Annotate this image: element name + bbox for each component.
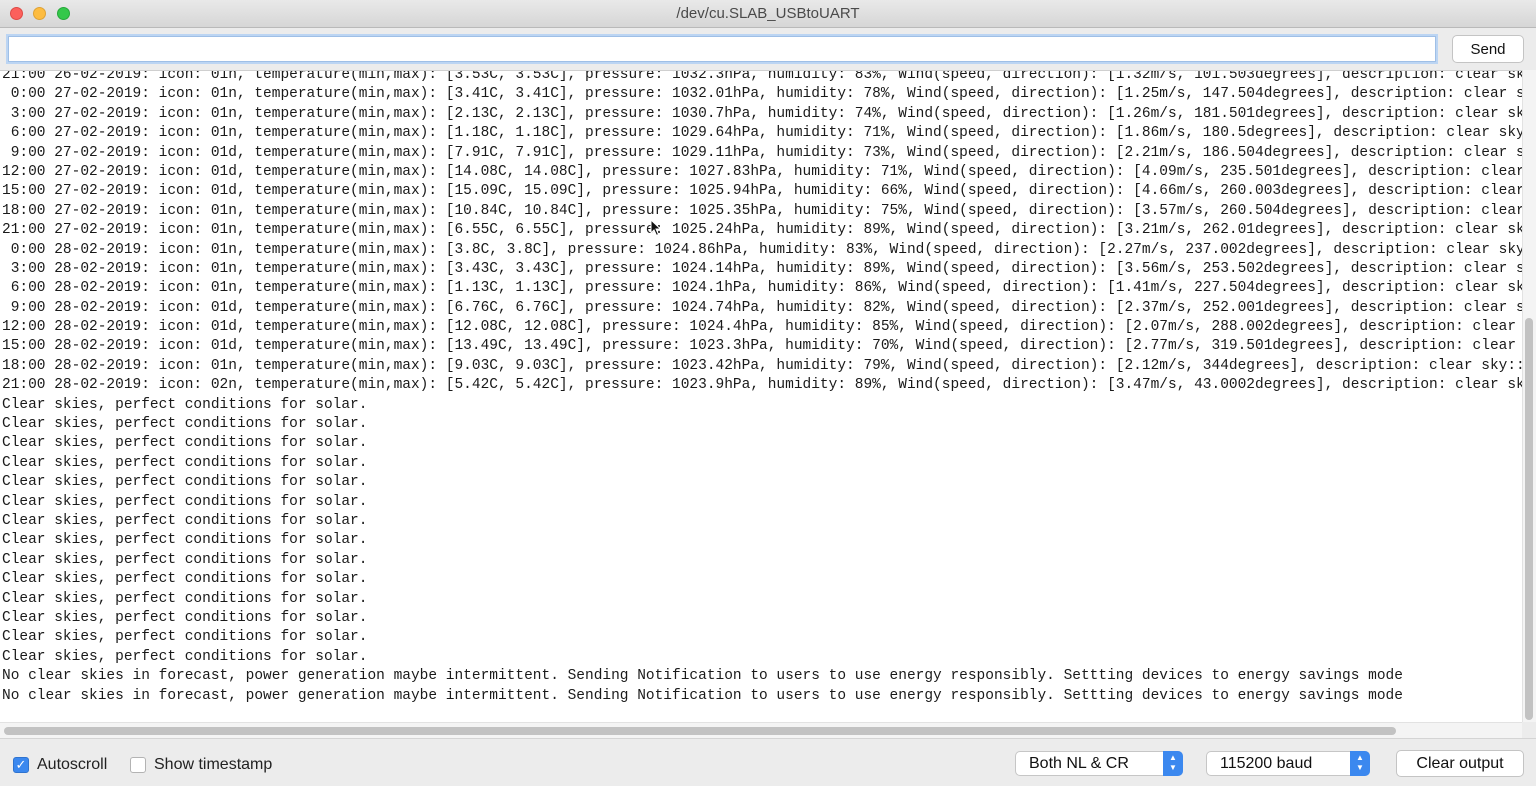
send-row: Send xyxy=(0,28,1536,70)
log-line: 21:00 28-02-2019: icon: 02n, temperature… xyxy=(2,377,1522,394)
log-line: 6:00 27-02-2019: icon: 01n, temperature(… xyxy=(2,125,1522,142)
log-line: 0:00 27-02-2019: icon: 01n, temperature(… xyxy=(2,86,1522,103)
log-line: Clear skies, perfect conditions for sola… xyxy=(2,416,368,433)
baud-rate-select[interactable]: 115200 baud ▲ ▼ xyxy=(1206,751,1370,776)
log-line: Clear skies, perfect conditions for sola… xyxy=(2,454,368,471)
log-line: 15:00 28-02-2019: icon: 01d, temperature… xyxy=(2,338,1522,355)
log-line: 12:00 27-02-2019: icon: 01d, temperature… xyxy=(2,163,1522,180)
log-line: Clear skies, perfect conditions for sola… xyxy=(2,474,368,491)
vertical-scroll-thumb[interactable] xyxy=(1525,318,1533,720)
line-ending-select[interactable]: Both NL & CR ▲ ▼ xyxy=(1015,751,1183,776)
log-line: Clear skies, perfect conditions for sola… xyxy=(2,629,368,646)
log-line: Clear skies, perfect conditions for sola… xyxy=(2,590,368,607)
mouse-pointer-icon xyxy=(650,219,662,237)
line-ending-value: Both NL & CR xyxy=(1029,755,1129,772)
log-line: 15:00 27-02-2019: icon: 01d, temperature… xyxy=(2,183,1522,200)
log-line: No clear skies in forecast, power genera… xyxy=(2,687,1403,704)
log-line: 9:00 27-02-2019: icon: 01d, temperature(… xyxy=(2,144,1522,161)
log-line: Clear skies, perfect conditions for sola… xyxy=(2,551,368,568)
log-line: 18:00 28-02-2019: icon: 01n, temperature… xyxy=(2,357,1522,374)
log-line: Clear skies, perfect conditions for sola… xyxy=(2,571,368,588)
log-line: Clear skies, perfect conditions for sola… xyxy=(2,435,368,452)
serial-output[interactable]: 21:00 26-02-2019: icon: 01n, temperature… xyxy=(0,70,1522,722)
updown-chevron-icon: ▲ ▼ xyxy=(1350,751,1370,776)
log-line: 12:00 28-02-2019: icon: 01d, temperature… xyxy=(2,319,1522,336)
log-line: 18:00 27-02-2019: icon: 01n, temperature… xyxy=(2,202,1522,219)
log-line: 0:00 28-02-2019: icon: 01n, temperature(… xyxy=(2,241,1522,258)
autoscroll-label: Autoscroll xyxy=(37,756,108,773)
window-title: /dev/cu.SLAB_USBtoUART xyxy=(676,5,860,22)
send-button[interactable]: Send xyxy=(1452,35,1524,63)
log-line: Clear skies, perfect conditions for sola… xyxy=(2,648,368,665)
horizontal-scroll-thumb[interactable] xyxy=(4,727,1396,735)
autoscroll-checkbox[interactable]: ✓ xyxy=(13,757,29,773)
window-titlebar: /dev/cu.SLAB_USBtoUART xyxy=(0,0,1536,28)
show-timestamp-label: Show timestamp xyxy=(154,756,273,773)
log-line: 3:00 27-02-2019: icon: 01n, temperature(… xyxy=(2,105,1522,122)
log-line: 21:00 27-02-2019: icon: 01n, temperature… xyxy=(2,222,1522,239)
log-line: 3:00 28-02-2019: icon: 01n, temperature(… xyxy=(2,260,1522,277)
log-line: 21:00 26-02-2019: icon: 01n, temperature… xyxy=(2,70,1522,83)
baud-rate-value: 115200 baud xyxy=(1220,755,1313,772)
log-line: 9:00 28-02-2019: icon: 01d, temperature(… xyxy=(2,299,1522,316)
show-timestamp-checkbox[interactable] xyxy=(130,757,146,773)
clear-output-button[interactable]: Clear output xyxy=(1396,750,1524,777)
log-line: Clear skies, perfect conditions for sola… xyxy=(2,396,368,413)
log-line: Clear skies, perfect conditions for sola… xyxy=(2,493,368,510)
log-line: No clear skies in forecast, power genera… xyxy=(2,668,1403,685)
log-line: Clear skies, perfect conditions for sola… xyxy=(2,512,368,529)
serial-input[interactable] xyxy=(8,36,1436,62)
updown-chevron-icon: ▲ ▼ xyxy=(1163,751,1183,776)
log-line: Clear skies, perfect conditions for sola… xyxy=(2,609,368,626)
output-log: 21:00 26-02-2019: icon: 01n, temperature… xyxy=(2,70,1522,706)
log-line: Clear skies, perfect conditions for sola… xyxy=(2,532,368,549)
checkmark-icon: ✓ xyxy=(15,757,27,772)
log-line: 6:00 28-02-2019: icon: 01n, temperature(… xyxy=(2,280,1522,297)
